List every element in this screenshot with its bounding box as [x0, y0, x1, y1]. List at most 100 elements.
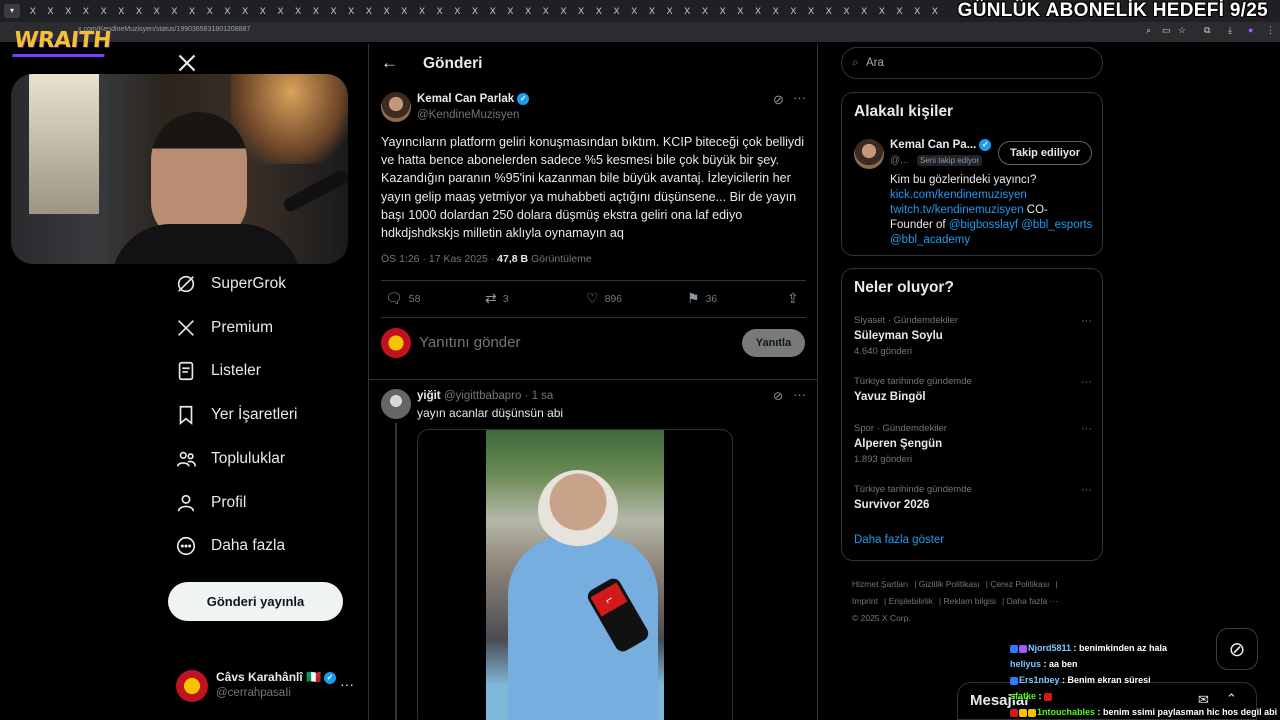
- repost-action[interactable]: ⇄ 3: [485, 290, 509, 307]
- trend-item[interactable]: Spor · Gündemdekiler Alperen Şengün 1.89…: [854, 423, 1092, 465]
- browser-tab[interactable]: X: [395, 6, 413, 16]
- share-action[interactable]: ⇪: [787, 290, 805, 307]
- browser-tab[interactable]: X: [325, 6, 343, 16]
- browser-tab[interactable]: X: [714, 6, 732, 16]
- browser-tab[interactable]: X: [431, 6, 449, 16]
- grok-icon[interactable]: ⊘: [773, 92, 784, 108]
- nav-lists[interactable]: Listeler: [175, 356, 261, 386]
- browser-tab[interactable]: X: [608, 6, 626, 16]
- nav-supergrok[interactable]: SuperGrok: [175, 269, 286, 299]
- browser-tab[interactable]: X: [24, 6, 42, 16]
- trend-item[interactable]: Türkiye tarihinde gündemde Yavuz Bingöl …: [854, 376, 1092, 403]
- browser-tab[interactable]: X: [855, 6, 873, 16]
- browser-tab[interactable]: X: [537, 6, 555, 16]
- browser-tab[interactable]: X: [219, 6, 237, 16]
- browser-tab[interactable]: X: [767, 6, 785, 16]
- browser-tab[interactable]: X: [466, 6, 484, 16]
- bio-link-kick[interactable]: kick.com/kendinemuzisyen: [890, 189, 1027, 201]
- search-box[interactable]: ⌕: [841, 47, 1103, 79]
- trend-item[interactable]: Türkiye tarihinde gündemde Survivor 2026…: [854, 484, 1092, 511]
- browser-tab[interactable]: X: [166, 6, 184, 16]
- footer-link[interactable]: Erişilebilirlik: [889, 596, 933, 606]
- browser-tab[interactable]: X: [555, 6, 573, 16]
- browser-tab[interactable]: X: [519, 6, 537, 16]
- more-icon[interactable]: ···: [340, 676, 354, 692]
- browser-tab[interactable]: X: [732, 6, 750, 16]
- back-arrow-icon[interactable]: ←: [381, 53, 398, 73]
- browser-tab[interactable]: X: [307, 6, 325, 16]
- reply-video[interactable]: ⌐: [417, 429, 733, 720]
- reply-author-avatar[interactable]: [381, 389, 411, 419]
- tab-search-button[interactable]: ▾: [4, 4, 20, 18]
- browser-tab[interactable]: X: [236, 6, 254, 16]
- browser-tab[interactable]: X: [449, 6, 467, 16]
- post-button[interactable]: Gönderi yayınla: [168, 582, 343, 621]
- grok-icon[interactable]: ⊘: [773, 389, 783, 403]
- browser-tab[interactable]: X: [749, 6, 767, 16]
- browser-tab[interactable]: X: [360, 6, 378, 16]
- extensions-icon[interactable]: ⧉: [1204, 25, 1210, 36]
- nav-communities[interactable]: Topluluklar: [175, 444, 285, 474]
- browser-tab[interactable]: X: [590, 6, 608, 16]
- browser-tab[interactable]: X: [254, 6, 272, 16]
- reply-author-name[interactable]: yiğit: [417, 390, 441, 402]
- browser-tab[interactable]: X: [112, 6, 130, 16]
- footer-link[interactable]: Gizlilik Politikası: [919, 579, 980, 589]
- browser-tab[interactable]: X: [661, 6, 679, 16]
- browser-tab[interactable]: X: [272, 6, 290, 16]
- avatar[interactable]: [854, 139, 884, 169]
- footer-link[interactable]: Reklam bilgisi: [944, 596, 996, 606]
- bio-mention[interactable]: @bbl_esports: [1021, 219, 1092, 231]
- browser-tab[interactable]: X: [378, 6, 396, 16]
- tweet-author-handle[interactable]: @KendineMuzisyen: [417, 109, 519, 121]
- footer-link[interactable]: Daha fazla ···: [1007, 596, 1059, 606]
- search-input[interactable]: [866, 54, 1086, 72]
- reply-input[interactable]: Yanıtını gönder: [419, 334, 520, 351]
- reply-action[interactable]: 🗨 58: [385, 290, 420, 307]
- browser-tab[interactable]: X: [820, 6, 838, 16]
- browser-tab[interactable]: X: [696, 6, 714, 16]
- bio-mention[interactable]: @bbl_academy: [890, 234, 970, 246]
- browser-tab[interactable]: X: [484, 6, 502, 16]
- browser-tab[interactable]: X: [130, 6, 148, 16]
- download-icon[interactable]: ⤓: [1228, 25, 1232, 36]
- more-icon[interactable]: ···: [1081, 315, 1092, 327]
- address-bar[interactable]: x.com/KendineMuzisyen/status/19903658318…: [0, 22, 1280, 42]
- reply-author[interactable]: yiğit @yigittbabapro · 1 sa: [417, 390, 553, 402]
- browser-tab[interactable]: X: [926, 6, 944, 16]
- show-more-link[interactable]: Daha fazla göster: [854, 534, 944, 546]
- browser-tab[interactable]: X: [201, 6, 219, 16]
- person-name[interactable]: Kemal Can Pa...: [890, 139, 976, 151]
- nav-profile[interactable]: Profil: [175, 488, 246, 518]
- more-icon[interactable]: ···: [793, 387, 806, 402]
- footer-link[interactable]: Çerez Politikası: [990, 579, 1049, 589]
- like-action[interactable]: ♡ 896: [586, 290, 622, 307]
- reply-author-handle[interactable]: @yigittbabapro · 1 sa: [444, 390, 553, 402]
- browser-tab[interactable]: X: [908, 6, 926, 16]
- browser-tab[interactable]: X: [148, 6, 166, 16]
- browser-tab[interactable]: X: [183, 6, 201, 16]
- bio-link-twitch[interactable]: twitch.tv/kendinemuzisyen: [890, 204, 1024, 216]
- browser-tab[interactable]: X: [643, 6, 661, 16]
- nav-premium[interactable]: Premium: [175, 313, 273, 343]
- star-icon[interactable]: ☆: [1178, 25, 1186, 36]
- reply-button[interactable]: Yanıtla: [742, 329, 805, 357]
- tweet-author-name[interactable]: Kemal Can Parlak: [417, 93, 514, 105]
- browser-tab[interactable]: X: [289, 6, 307, 16]
- browser-tab[interactable]: X: [502, 6, 520, 16]
- author-avatar[interactable]: [381, 92, 411, 122]
- more-icon[interactable]: ···: [793, 90, 806, 105]
- browser-menu-icon[interactable]: ⋮: [1266, 25, 1275, 36]
- browser-tab[interactable]: X: [342, 6, 360, 16]
- nav-bookmarks[interactable]: Yer İşaretleri: [175, 400, 297, 430]
- trend-item[interactable]: Siyaset · Gündemdekiler Süleyman Soylu 4…: [854, 315, 1092, 357]
- browser-tab[interactable]: X: [678, 6, 696, 16]
- browser-tab[interactable]: X: [838, 6, 856, 16]
- account-switcher[interactable]: Câvs Karahânlî 🇮🇹 ✓ @cerrahpasaIi ···: [176, 668, 356, 704]
- more-icon[interactable]: ···: [1081, 423, 1092, 435]
- browser-tab[interactable]: X: [891, 6, 909, 16]
- bio-mention[interactable]: @bigbosslayf: [949, 219, 1018, 231]
- browser-tab[interactable]: X: [802, 6, 820, 16]
- bookmark-action[interactable]: ⚑ 36: [687, 290, 717, 307]
- browser-tab[interactable]: X: [42, 6, 60, 16]
